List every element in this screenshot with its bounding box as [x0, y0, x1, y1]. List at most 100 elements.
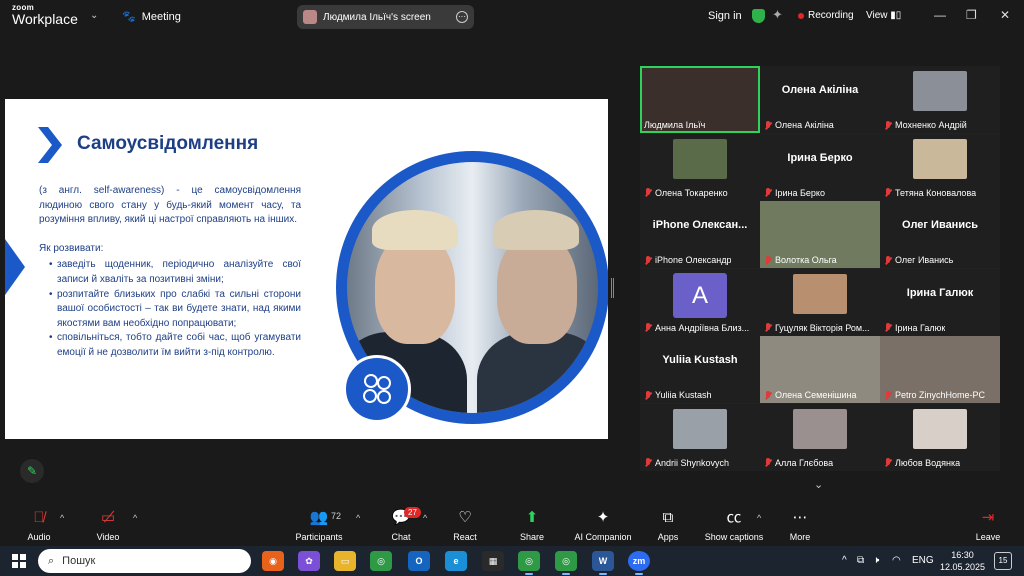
mic-muted-icon: [884, 120, 892, 130]
chevron-down-icon[interactable]: ⌄: [90, 10, 98, 21]
generic-app-icon[interactable]: ▦: [482, 551, 504, 571]
participant-tile[interactable]: Алла Глєбова: [760, 403, 880, 471]
participant-tile[interactable]: Мохненко Андрій: [880, 66, 1000, 133]
mic-muted-icon: [764, 390, 772, 400]
participant-tile[interactable]: Олена Токаренко: [640, 133, 760, 201]
participant-name: Олена Акіліна: [775, 120, 834, 130]
participant-display-name: Олена Акіліна: [781, 84, 859, 96]
chrome-profile-2-icon[interactable]: ◎: [555, 551, 577, 575]
panel-resize-handle[interactable]: [611, 278, 614, 298]
share-button[interactable]: ⬆ Share: [496, 508, 568, 542]
sign-in-link[interactable]: Sign in: [708, 10, 742, 22]
chat-caret-icon[interactable]: ^: [423, 513, 427, 523]
participant-label: Олег Иванись: [884, 255, 953, 265]
participant-tile[interactable]: iPhone Олексан... iPhone Олександр: [640, 201, 760, 268]
recording-indicator[interactable]: Recording: [798, 10, 854, 21]
mic-muted-icon: [764, 323, 772, 332]
participant-display-name: Ірина Берко: [787, 151, 853, 164]
search-placeholder: Пошук: [62, 555, 96, 567]
taskbar-search[interactable]: ⌕ Пошук: [38, 549, 251, 573]
participant-tile[interactable]: Petro ZinychHome-PC: [880, 336, 1000, 403]
scroll-down-chevron-icon[interactable]: ⌄: [814, 478, 823, 491]
firefox-icon[interactable]: ◉: [262, 551, 284, 571]
participant-name: Олена Токаренко: [655, 187, 728, 198]
windows-start-icon[interactable]: [12, 554, 26, 568]
react-label: React: [453, 532, 477, 542]
record-dot-icon: [798, 12, 804, 19]
annotate-pencil-icon[interactable]: ✎: [20, 459, 44, 483]
captions-caret-icon[interactable]: ^: [757, 513, 761, 523]
participant-tile[interactable]: Andrii Shynkovych: [640, 403, 760, 471]
participant-tile[interactable]: Тетяна Коновалова: [880, 133, 1000, 201]
video-options-caret-icon[interactable]: ^: [133, 513, 137, 523]
chrome-icon[interactable]: ◎: [370, 551, 392, 571]
more-icon[interactable]: ···: [456, 11, 468, 23]
screen-share-indicator[interactable]: Людмила Ільїч's screen ···: [297, 5, 474, 29]
share-title: Людмила Ільїч's screen: [323, 11, 431, 23]
participant-name: Олег Иванись: [895, 255, 954, 265]
participant-photo: [793, 408, 847, 449]
copilot-icon[interactable]: ✿: [298, 551, 320, 571]
participant-photo: [913, 71, 967, 111]
apps-label: Apps: [657, 532, 679, 542]
participant-tile[interactable]: Гуцуляк Вікторія Ром...: [760, 268, 880, 336]
maximize-icon[interactable]: ❐: [966, 8, 977, 22]
file-explorer-icon[interactable]: ▭: [334, 551, 356, 571]
participant-label: Волотка Ольга: [764, 255, 837, 265]
sparkle-icon[interactable]: ✦: [772, 7, 783, 23]
volume-icon[interactable]: 🕨: [873, 555, 879, 566]
zoom-app-icon[interactable]: zm: [628, 551, 650, 575]
participant-name: Алла Глєбова: [775, 457, 834, 468]
tray-expand-icon[interactable]: ^: [842, 555, 847, 566]
wifi-icon[interactable]: ◠: [892, 555, 901, 566]
participant-tile[interactable]: Ірина Галюк Ірина Галюк: [880, 268, 1000, 336]
react-button[interactable]: ♡ React: [429, 508, 501, 542]
participant-tile[interactable]: Олена Акіліна Олена Акіліна: [760, 66, 880, 133]
participant-display-name: iPhone Олексан...: [652, 219, 748, 231]
participant-name: Волотка Ольга: [775, 255, 837, 265]
edge-icon[interactable]: e: [445, 551, 467, 571]
chrome-profile-icon[interactable]: ◎: [518, 551, 540, 575]
participant-label: Ірина Берко: [764, 188, 825, 198]
participant-tile[interactable]: Волотка Ольга: [760, 201, 880, 268]
participant-label: Ірина Галюк: [884, 323, 945, 333]
participant-tile[interactable]: Ірина Берко Ірина Берко: [760, 133, 880, 201]
meeting-menu[interactable]: 🐾 Meeting: [122, 10, 181, 24]
more-button[interactable]: ⋯ More: [764, 508, 836, 542]
participant-tile[interactable]: Yuliia Kustash Yuliia Kustash: [640, 336, 760, 403]
mic-muted-icon: [644, 255, 652, 265]
close-icon[interactable]: ✕: [1000, 8, 1010, 22]
ai-companion-button[interactable]: ✦ AI Companion: [567, 508, 639, 542]
apps-button[interactable]: ⧉ Apps: [632, 508, 704, 542]
participant-tile[interactable]: Олег Иванись Олег Иванись: [880, 201, 1000, 268]
participant-name: Andrii Shynkovych: [655, 457, 730, 468]
leave-button[interactable]: ⇥ Leave: [952, 508, 1024, 542]
participant-label: Олена Токаренко: [644, 188, 728, 198]
minimize-icon[interactable]: —: [934, 8, 946, 22]
slide-body: (з англ. self-awareness) - це самоусвідо…: [39, 184, 301, 361]
system-clock[interactable]: 16:30 12.05.2025: [940, 549, 985, 573]
view-button[interactable]: View ▮▯: [866, 10, 901, 21]
audio-options-caret-icon[interactable]: ^: [60, 513, 64, 523]
shield-icon[interactable]: [752, 9, 765, 23]
mic-muted-icon: [764, 120, 772, 130]
participant-photo: [673, 408, 727, 449]
participant-tile[interactable]: Любов Водянка: [880, 403, 1000, 471]
participant-tile[interactable]: Людмила Ільїч: [640, 66, 760, 133]
participants-caret-icon[interactable]: ^: [356, 513, 360, 523]
participant-photo: [793, 273, 847, 314]
mic-muted-icon: [884, 188, 892, 197]
participant-name: Любов Водянка: [895, 457, 961, 468]
notification-count[interactable]: 15: [994, 552, 1012, 570]
participant-photo: [673, 138, 727, 179]
captions-label: Show captions: [704, 532, 764, 542]
view-label: View: [866, 10, 888, 21]
participant-tile[interactable]: Олена Семенішина: [760, 336, 880, 403]
participants-button[interactable]: 👥 Participants: [283, 508, 355, 542]
outlook-icon[interactable]: O: [408, 551, 430, 571]
network-icon[interactable]: ⧉: [857, 555, 864, 566]
language-indicator[interactable]: ENG: [912, 555, 934, 566]
word-icon[interactable]: W: [592, 551, 614, 575]
participant-tile[interactable]: A Анна Андріївна Близ...: [640, 268, 760, 336]
emotions-icon: [343, 355, 411, 423]
